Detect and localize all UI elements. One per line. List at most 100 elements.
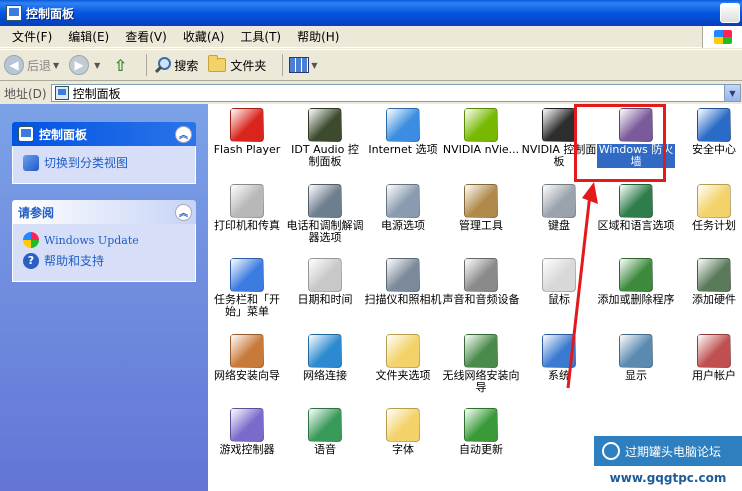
- forum-name: 过期罐头电脑论坛: [625, 444, 722, 459]
- control-panel-item[interactable]: 无线网络安装向导: [442, 334, 520, 394]
- speech-icon: [308, 408, 342, 442]
- network-wizard-icon: [230, 334, 264, 368]
- control-panel-item[interactable]: 网络连接: [286, 334, 364, 382]
- menu-edit[interactable]: 编辑(E): [60, 28, 117, 45]
- printer-icon: [230, 184, 264, 218]
- item-label: 安全中心: [692, 143, 736, 156]
- panel-header-see-also[interactable]: 请参阅 ︽: [12, 200, 196, 224]
- item-label: 游戏控制器: [219, 443, 275, 456]
- control-panel-icon: [54, 86, 69, 100]
- item-label: 文件夹选项: [375, 369, 431, 382]
- up-button[interactable]: ⇧: [110, 55, 130, 75]
- back-button[interactable]: ◀ 后退 ▼: [4, 55, 59, 75]
- control-panel-item[interactable]: 打印机和传真: [208, 184, 286, 232]
- control-panel-item[interactable]: 安全中心: [675, 108, 742, 156]
- search-button[interactable]: 搜索: [153, 56, 198, 74]
- menu-tools[interactable]: 工具(T): [232, 28, 289, 45]
- item-label: 添加硬件: [692, 293, 736, 306]
- address-input[interactable]: 控制面板 ▼: [50, 84, 741, 102]
- panel-header-control-panel[interactable]: 控制面板 ︽: [12, 122, 196, 146]
- control-panel-item[interactable]: 字体: [364, 408, 442, 456]
- collapse-chevron-icon[interactable]: ︽: [175, 126, 192, 143]
- control-panel-item[interactable]: 声音和音频设备: [442, 258, 520, 306]
- control-panel-item[interactable]: 管理工具: [442, 184, 520, 232]
- folders-button[interactable]: 文件夹: [208, 55, 266, 74]
- control-panel-item[interactable]: 语音: [286, 408, 364, 456]
- control-panel-item[interactable]: 显示: [597, 334, 675, 382]
- system-icon: [542, 334, 576, 368]
- item-label: 自动更新: [459, 443, 503, 456]
- security-center-icon: [697, 108, 731, 142]
- item-label: 键盘: [548, 219, 570, 232]
- collapse-chevron-icon[interactable]: ︽: [175, 204, 192, 221]
- control-panel-item[interactable]: Internet 选项: [364, 108, 442, 156]
- control-panel-item[interactable]: NVIDIA 控制面板: [520, 108, 598, 168]
- forum-logo-icon: [602, 442, 620, 460]
- menu-help[interactable]: 帮助(H): [289, 28, 347, 45]
- menu-bar: 文件(F) 编辑(E) 查看(V) 收藏(A) 工具(T) 帮助(H): [0, 26, 742, 48]
- admin-tools-icon: [464, 184, 498, 218]
- item-label: 显示: [625, 369, 647, 382]
- scanner-icon: [386, 258, 420, 292]
- control-panel-item[interactable]: 电话和调制解调器选项: [286, 184, 364, 244]
- control-panel-item[interactable]: 自动更新: [442, 408, 520, 456]
- back-dropdown-icon[interactable]: ▼: [53, 61, 59, 70]
- task-scheduler-icon: [697, 184, 731, 218]
- audio-icon: [308, 108, 342, 142]
- item-label: 管理工具: [459, 219, 503, 232]
- switch-to-category-view-link[interactable]: 切换到分类视图: [23, 154, 185, 171]
- control-panel-item[interactable]: 系统: [520, 334, 598, 382]
- control-panel-item[interactable]: 游戏控制器: [208, 408, 286, 456]
- control-panel-item[interactable]: 添加硬件: [675, 258, 742, 306]
- control-panel-item[interactable]: Flash Player: [208, 108, 286, 156]
- control-panel-item[interactable]: 扫描仪和照相机: [364, 258, 442, 306]
- menu-view[interactable]: 查看(V): [117, 28, 175, 45]
- address-value: 控制面板: [72, 86, 121, 101]
- control-panel-item[interactable]: 电源选项: [364, 184, 442, 232]
- control-panel-item[interactable]: NVIDIA nVie...: [442, 108, 520, 156]
- menu-file[interactable]: 文件(F): [4, 28, 60, 45]
- link-label: 帮助和支持: [44, 254, 105, 268]
- folder-options-icon: [386, 334, 420, 368]
- control-panel-item[interactable]: 网络安装向导: [208, 334, 286, 382]
- control-panel-item[interactable]: 鼠标: [520, 258, 598, 306]
- control-panel-item[interactable]: 日期和时间: [286, 258, 364, 306]
- item-label: 扫描仪和照相机: [364, 293, 442, 306]
- power-icon: [386, 184, 420, 218]
- windows-flag-icon: [713, 30, 732, 44]
- nvidia-icon: [464, 108, 498, 142]
- control-panel-item[interactable]: 区域和语言选项: [597, 184, 675, 232]
- control-panel-item[interactable]: Windows 防火墙: [597, 108, 675, 168]
- taskbar-icon: [230, 258, 264, 292]
- panel-body: 切换到分类视图: [12, 146, 196, 184]
- folder-icon: [208, 55, 227, 72]
- category-view-icon: [23, 154, 39, 171]
- back-arrow-icon: ◀: [4, 55, 24, 75]
- address-dropdown-icon[interactable]: ▼: [724, 85, 740, 101]
- item-label: 电源选项: [381, 219, 425, 232]
- help-and-support-link[interactable]: ? 帮助和支持: [23, 252, 185, 269]
- forum-url: www.gqgtpc.com: [594, 466, 742, 491]
- control-panel-item[interactable]: 任务计划: [675, 184, 742, 232]
- forward-button[interactable]: ▶ ▼: [69, 55, 100, 75]
- windows-update-link[interactable]: Windows Update: [23, 232, 185, 248]
- control-panel-item[interactable]: 任务栏和「开始」菜单: [208, 258, 286, 318]
- forward-dropdown-icon[interactable]: ▼: [94, 61, 100, 70]
- menu-favorites[interactable]: 收藏(A): [175, 28, 233, 45]
- link-label: 切换到分类视图: [44, 156, 129, 170]
- control-panel-item[interactable]: 用户帐户: [675, 334, 742, 382]
- fonts-icon: [386, 408, 420, 442]
- control-panel-item[interactable]: 添加或删除程序: [597, 258, 675, 306]
- views-button[interactable]: ▼: [289, 57, 318, 73]
- add-remove-icon: [619, 258, 653, 292]
- window-button[interactable]: [720, 3, 740, 23]
- control-panel-item[interactable]: IDT Audio 控制面板: [286, 108, 364, 168]
- firewall-icon: [619, 108, 653, 142]
- control-panel-item[interactable]: 文件夹选项: [364, 334, 442, 382]
- item-label: 语音: [314, 443, 336, 456]
- game-controller-icon: [230, 408, 264, 442]
- window-title: 控制面板: [26, 6, 75, 21]
- nvidia-panel-icon: [542, 108, 576, 142]
- internet-options-icon: [386, 108, 420, 142]
- control-panel-item[interactable]: 键盘: [520, 184, 598, 232]
